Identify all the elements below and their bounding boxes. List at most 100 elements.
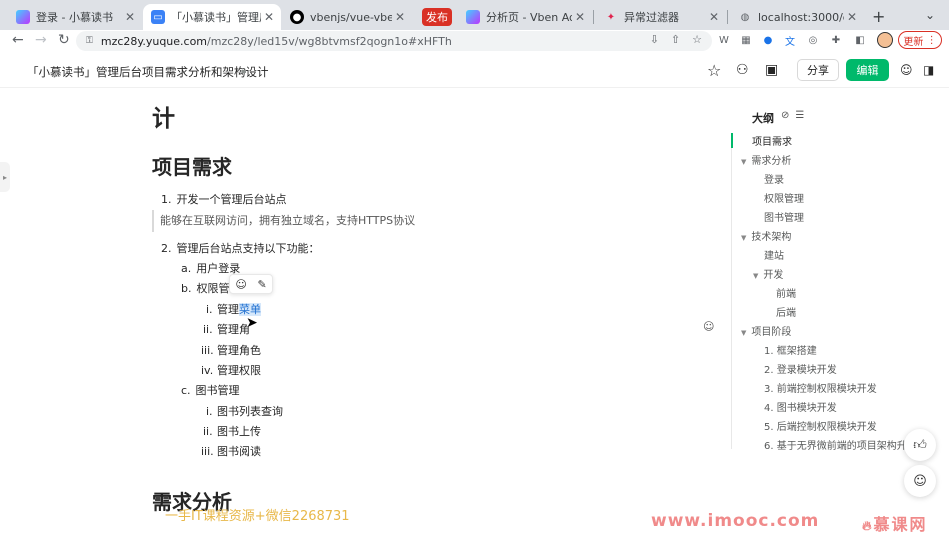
caret-down-icon[interactable]: ▼ bbox=[741, 234, 746, 242]
extension-blue-icon[interactable]: ● bbox=[761, 33, 775, 47]
outline-item-label: 建站 bbox=[764, 251, 784, 262]
list-number: iii. bbox=[201, 344, 214, 357]
close-icon[interactable]: ✕ bbox=[706, 10, 722, 24]
back-arrow-icon[interactable]: ← bbox=[12, 32, 24, 48]
outline-item[interactable]: 建站 bbox=[764, 247, 784, 262]
close-icon[interactable]: ✕ bbox=[392, 10, 408, 24]
outline-title: 大纲 bbox=[752, 112, 774, 125]
outline-item[interactable]: 2. 登录模块开发 bbox=[764, 361, 837, 376]
url-host: mzc28y.yuque.com bbox=[100, 34, 208, 48]
extension-w-icon[interactable]: W bbox=[717, 33, 731, 47]
outline-item-label: 开发 bbox=[763, 270, 784, 281]
list-number: i. bbox=[206, 303, 213, 316]
update-button[interactable]: 更新 ⋮ bbox=[898, 31, 942, 49]
outline-item[interactable]: 权限管理 bbox=[764, 190, 804, 205]
list-text: 图书上传 bbox=[217, 425, 261, 438]
extension-gray-icon[interactable]: ◎ bbox=[806, 33, 820, 47]
list-number: ii. bbox=[203, 323, 213, 336]
list-number: iv. bbox=[201, 364, 214, 377]
outline-item[interactable]: ▼ 技术架构 bbox=[741, 228, 791, 243]
close-icon[interactable]: ✕ bbox=[572, 10, 588, 24]
install-icon[interactable]: ⇩ bbox=[650, 33, 659, 46]
list-number: c. bbox=[181, 384, 191, 397]
address-bar[interactable]: ⚿ mzc28y.yuque.com/mzc28y/led15v/wg8btvm… bbox=[76, 31, 712, 51]
doc-title: 「小慕读书」管理后台项目需求分析和架构设计 bbox=[27, 65, 269, 79]
highlight-pen-icon[interactable]: ✎ bbox=[257, 278, 266, 291]
outline-item[interactable]: 3. 前端控制权限模块开发 bbox=[764, 380, 877, 395]
close-icon[interactable]: ✕ bbox=[261, 10, 277, 24]
outline-item-label: 5. 后端控制权限模块开发 bbox=[764, 422, 877, 433]
list-number: 2. bbox=[161, 242, 172, 255]
outline-item[interactable]: 6. 基于无界微前端的项目架构升 bbox=[764, 437, 907, 452]
caret-down-icon[interactable]: ▼ bbox=[741, 329, 746, 337]
caret-down-icon[interactable]: ▼ bbox=[753, 272, 758, 280]
list-number: iii. bbox=[201, 445, 214, 458]
new-tab-button[interactable]: + bbox=[872, 7, 885, 26]
comment-fab[interactable]: ☺ bbox=[904, 465, 936, 497]
list-item: b. 权限管 bbox=[181, 280, 229, 296]
outline-item[interactable]: 项目需求 bbox=[752, 133, 792, 148]
outline-item-label: 2. 登录模块开发 bbox=[764, 365, 837, 376]
like-button[interactable]: 👍︎ bbox=[904, 429, 936, 461]
site-info-icon[interactable]: ⚿ bbox=[86, 36, 93, 46]
outline-item[interactable]: 1. 框架搭建 bbox=[764, 342, 817, 357]
share-button[interactable]: 分享 bbox=[797, 59, 839, 81]
outline-item-label: 技术架构 bbox=[751, 232, 792, 243]
site-watermark: www.imooc.com bbox=[651, 511, 820, 531]
list-number: b. bbox=[181, 282, 192, 295]
tab-vben-analysis[interactable]: 分析页 - Vben Admin ✕ bbox=[458, 4, 592, 30]
caret-down-icon[interactable]: ▼ bbox=[741, 158, 746, 166]
bookmark-star-icon[interactable]: ☆ bbox=[692, 33, 702, 46]
tab-login[interactable]: 登录 - 小慕读书 ✕ bbox=[8, 4, 142, 30]
doc-content: ▸ ▔▔▔▔▔▔▔▔▔▔▔▔▔▔▔▔ 计 项目需求 1. 开发一个管理后台站点 能… bbox=[0, 89, 949, 533]
list-text: 管理角 bbox=[217, 323, 250, 336]
reload-icon[interactable]: ↻ bbox=[58, 32, 70, 48]
qr-code-icon[interactable]: ▦ bbox=[739, 33, 753, 47]
outline-item[interactable]: 登录 bbox=[764, 171, 784, 186]
side-panel-icon[interactable]: ◧ bbox=[853, 33, 867, 47]
edit-button[interactable]: 编辑 bbox=[846, 59, 889, 81]
tab-separator bbox=[593, 10, 594, 24]
outline-item[interactable]: ▼ 需求分析 bbox=[741, 152, 791, 167]
tab-yuque-doc[interactable]: ▭ 「小慕读书」管理后台 ✕ bbox=[143, 4, 281, 30]
floating-toolbar: ☺ ✎ bbox=[229, 274, 273, 294]
profile-avatar[interactable] bbox=[877, 32, 893, 48]
close-icon[interactable]: ✕ bbox=[122, 10, 138, 24]
close-icon[interactable]: ✕ bbox=[844, 10, 860, 24]
course-watermark: 一手IT课程资源+微信2268731 bbox=[165, 509, 350, 524]
outline-item[interactable]: 5. 后端控制权限模块开发 bbox=[764, 418, 877, 433]
tab-localhost[interactable]: ◍ localhost:3000/data/a ✕ bbox=[730, 4, 864, 30]
outline-item-label: 后端 bbox=[776, 308, 796, 319]
star-icon[interactable]: ☆ bbox=[707, 61, 721, 80]
present-icon[interactable]: ▣ bbox=[765, 62, 778, 78]
forward-arrow-icon[interactable]: → bbox=[35, 32, 47, 48]
list-number: i. bbox=[206, 405, 213, 418]
translate-icon[interactable]: 文 bbox=[783, 33, 797, 48]
tab-search-icon[interactable]: ⌄ bbox=[925, 8, 935, 22]
hide-eye-icon[interactable]: ⊘ bbox=[781, 110, 795, 121]
outline-item[interactable]: ▼ 开发 bbox=[753, 266, 783, 281]
comment-icon[interactable]: ☺ bbox=[235, 278, 246, 291]
tab-exception-filter[interactable]: ✦ 异常过滤器 ✕ bbox=[596, 4, 726, 30]
inline-comment-icon[interactable]: ☺ bbox=[703, 320, 714, 333]
puzzle-icon[interactable]: ✚ bbox=[829, 33, 843, 47]
outline-item[interactable]: 后端 bbox=[776, 304, 796, 319]
expand-sidebar-handle[interactable]: ▸ bbox=[0, 162, 10, 192]
list-number: ii. bbox=[203, 425, 213, 438]
list-toggle-icon[interactable]: ☰ bbox=[795, 110, 810, 121]
list-text: 管理角色 bbox=[217, 344, 261, 357]
browser-tab-strip: 登录 - 小慕读书 ✕ ▭ 「小慕读书」管理后台 ✕ ● vbenjs/vue-… bbox=[0, 0, 949, 30]
outline-item[interactable]: 4. 图书模块开发 bbox=[764, 399, 837, 414]
url-path: /mzc28y/led15v/wg8btvmsf2qogn1o#xHFTh bbox=[207, 34, 452, 48]
add-member-icon[interactable]: ⚇ bbox=[736, 62, 749, 78]
outline-item[interactable]: 前端 bbox=[776, 285, 796, 300]
sidebar-toggle-icon[interactable]: ◨ bbox=[923, 63, 934, 77]
publish-button[interactable]: 发布 bbox=[422, 8, 452, 26]
share-page-icon[interactable]: ⇧ bbox=[671, 33, 680, 46]
tab-github[interactable]: ● vbenjs/vue-vben-adm ✕ bbox=[282, 4, 412, 30]
lock-icon: 🔒︎ bbox=[241, 65, 247, 76]
list-item: 2. 管理后台站点支持以下功能： bbox=[161, 240, 320, 256]
outline-item[interactable]: ▼ 项目阶段 bbox=[741, 323, 791, 338]
outline-item[interactable]: 图书管理 bbox=[764, 209, 804, 224]
comment-icon[interactable]: ☺ bbox=[900, 63, 913, 77]
